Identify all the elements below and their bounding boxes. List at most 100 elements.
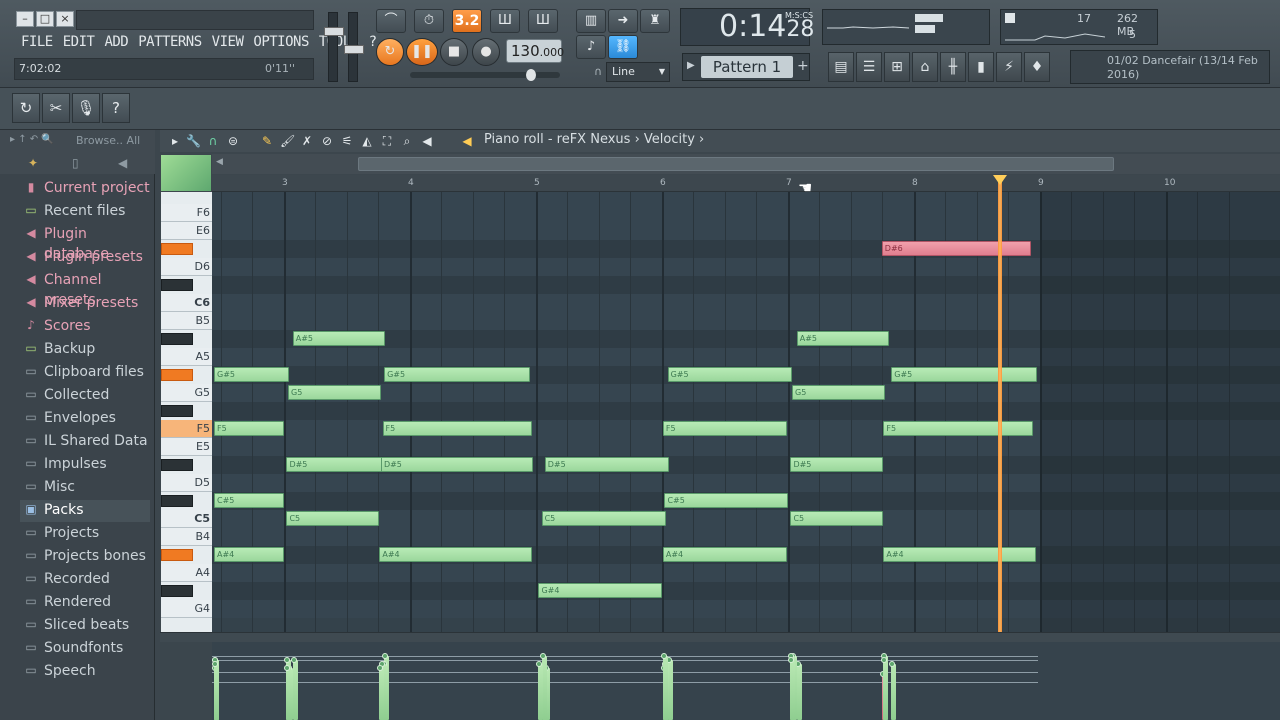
browser-item[interactable]: ▭ Envelopes bbox=[20, 408, 150, 430]
piano-keyboard[interactable]: F6 E6 D6 C6 B5 A5 G5 F5 E5 D5 C5 B4 A4 G4 bbox=[161, 192, 212, 632]
note[interactable]: G#4 bbox=[538, 583, 663, 598]
timeline-ruler[interactable]: 3 4 5 6 7 8 9 10 bbox=[212, 175, 1280, 192]
note[interactable]: G#5 bbox=[384, 367, 531, 382]
note[interactable]: C#5 bbox=[214, 493, 285, 508]
browser-item[interactable]: ▭ Rendered bbox=[20, 592, 150, 614]
record-button[interactable]: ● bbox=[472, 38, 500, 66]
velocity-handle[interactable] bbox=[660, 653, 667, 659]
scroll-left-icon[interactable]: ◀ bbox=[216, 157, 223, 167]
browser-file-icon[interactable]: ▯ bbox=[72, 156, 79, 170]
playhead-marker[interactable] bbox=[993, 175, 1007, 185]
black-key[interactable] bbox=[161, 459, 193, 471]
browser-item[interactable]: ◀ Plugin presets bbox=[20, 247, 150, 269]
menu-edit[interactable]: EDIT bbox=[58, 33, 100, 51]
arrow-right-icon[interactable]: ➜ bbox=[608, 9, 638, 33]
cut-icon[interactable]: ✂ bbox=[42, 93, 70, 123]
menu-arrow-icon[interactable]: ▸ bbox=[168, 134, 182, 148]
velocity-bar[interactable] bbox=[214, 664, 219, 720]
loop-record-icon[interactable]: ↻ bbox=[376, 38, 404, 66]
maximize-button[interactable]: □ bbox=[36, 11, 54, 27]
browser-item[interactable]: ▭ IL Shared Data bbox=[20, 431, 150, 453]
note[interactable]: G#5 bbox=[214, 367, 290, 382]
zoom-search-icon[interactable]: ⌕ bbox=[400, 134, 414, 148]
brush-icon[interactable]: 🖌 bbox=[280, 134, 295, 148]
note[interactable]: G#5 bbox=[667, 367, 792, 382]
metronome-bell-icon[interactable]: ♜ bbox=[640, 9, 670, 33]
note[interactable]: G5 bbox=[288, 385, 381, 400]
wait-input-icon[interactable]: ⏱ bbox=[414, 9, 444, 33]
target-parameter[interactable]: Velocity bbox=[644, 132, 695, 147]
browser-item[interactable]: ▭ Recent files bbox=[20, 201, 150, 223]
note[interactable]: F5 bbox=[214, 421, 285, 436]
event-editor-divider[interactable] bbox=[160, 632, 1280, 642]
step-edit-icon[interactable]: Ш bbox=[528, 9, 558, 33]
minimize-button[interactable]: – bbox=[16, 11, 34, 27]
horizontal-scrollbar[interactable]: ◀ bbox=[212, 154, 1280, 174]
tempo-display[interactable]: 130.000 bbox=[506, 39, 564, 63]
note[interactable]: A#5 bbox=[796, 331, 890, 346]
note[interactable]: D#5 bbox=[544, 457, 669, 472]
black-key[interactable] bbox=[161, 495, 193, 507]
channel-rack-icon[interactable]: ☰ bbox=[856, 52, 882, 82]
pencil-icon[interactable]: ✎ bbox=[260, 134, 274, 148]
microphone-icon[interactable]: 🎙 bbox=[72, 93, 100, 123]
piano-roll-icon[interactable]: ⊞ bbox=[884, 52, 910, 82]
note[interactable]: F5 bbox=[662, 421, 787, 436]
news-panel[interactable]: 01/02 Dancefair (13/14 Feb 2016) bbox=[1070, 50, 1270, 84]
note[interactable]: F5 bbox=[382, 421, 532, 436]
menu-patterns[interactable]: PATTERNS bbox=[133, 33, 206, 51]
pattern-selector[interactable]: ▶ Pattern 1 + bbox=[682, 53, 810, 81]
browser-item[interactable]: ▮ Current project bbox=[20, 178, 150, 200]
browser-item[interactable]: ▣ Packs bbox=[20, 500, 150, 522]
velocity-bar[interactable] bbox=[292, 660, 298, 720]
velocity-bar[interactable] bbox=[790, 660, 796, 720]
select-tool-icon[interactable]: ◭ bbox=[360, 134, 374, 148]
add-pattern-button[interactable]: + bbox=[797, 58, 809, 74]
note[interactable]: A#4 bbox=[214, 547, 285, 562]
browser-item[interactable]: ▭ Speech bbox=[20, 661, 150, 683]
note[interactable]: A#4 bbox=[662, 547, 787, 562]
snap-select[interactable]: Line ▼ bbox=[606, 62, 670, 82]
note[interactable]: G5 bbox=[792, 385, 885, 400]
velocity-bar[interactable] bbox=[883, 660, 889, 720]
browser-icon[interactable]: ▮ bbox=[968, 52, 994, 82]
pause-button[interactable]: ❚❚ bbox=[406, 38, 438, 66]
note[interactable]: A#4 bbox=[883, 547, 1036, 562]
undo-icon[interactable]: ↻ bbox=[12, 93, 40, 123]
velocity-bar[interactable] bbox=[379, 668, 385, 720]
menu-file[interactable]: FILE bbox=[16, 33, 58, 51]
note[interactable]: D#5 bbox=[286, 457, 383, 472]
pat-song-toggle[interactable]: 3.2 bbox=[452, 9, 482, 33]
browser-item[interactable]: ▭ Projects bbox=[20, 523, 150, 545]
menu-add[interactable]: ADD bbox=[99, 33, 133, 51]
mixer-icon[interactable]: ╫ bbox=[940, 52, 966, 82]
note[interactable]: D#6 bbox=[881, 241, 1031, 256]
velocity-handle[interactable] bbox=[290, 657, 297, 663]
link-icon[interactable]: ⛓ bbox=[608, 35, 638, 59]
note[interactable]: D#5 bbox=[790, 457, 883, 472]
browser-item[interactable]: ▭ Impulses bbox=[20, 454, 150, 476]
note[interactable]: C5 bbox=[286, 511, 379, 526]
browser-item[interactable]: ◀ Plugin database bbox=[20, 224, 150, 262]
slice-tool-icon[interactable]: ⚟ bbox=[340, 134, 354, 148]
velocity-bar[interactable] bbox=[286, 668, 292, 720]
velocity-bar[interactable] bbox=[796, 664, 802, 720]
speaker-icon[interactable]: ◀ bbox=[420, 134, 434, 148]
touch-controller-icon[interactable]: ♦ bbox=[1024, 52, 1050, 82]
browser-title[interactable]: Browse.. All bbox=[76, 134, 140, 147]
black-key[interactable] bbox=[161, 333, 193, 345]
pattern-name[interactable]: Pattern 1 bbox=[701, 56, 793, 78]
playlist-icon[interactable]: ▤ bbox=[828, 52, 854, 82]
note-grid[interactable]: D#6 A#5 A#5 G#5 G#5 G#5 G#5 G5 G5 F5 F5 F5 F5 D#5 D#5 D… bbox=[212, 192, 1280, 632]
note[interactable]: C5 bbox=[541, 511, 666, 526]
velocity-handle[interactable] bbox=[212, 661, 218, 667]
close-button[interactable]: × bbox=[56, 11, 74, 27]
browser-item[interactable]: ▭ Clipboard files bbox=[20, 362, 150, 384]
browser-nav-icons[interactable]: ▸ ↑ ↶ 🔍 bbox=[10, 134, 54, 145]
browser-item[interactable]: ▭ Recorded bbox=[20, 569, 150, 591]
channel-speaker-icon[interactable]: ◀ bbox=[460, 134, 474, 148]
note[interactable]: D#5 bbox=[380, 457, 534, 472]
browser-item[interactable]: ▭ Sliced beats bbox=[20, 615, 150, 637]
browser-speaker-icon[interactable]: ◀ bbox=[118, 156, 127, 170]
magnet-snap-icon[interactable]: ∩ bbox=[206, 134, 220, 148]
